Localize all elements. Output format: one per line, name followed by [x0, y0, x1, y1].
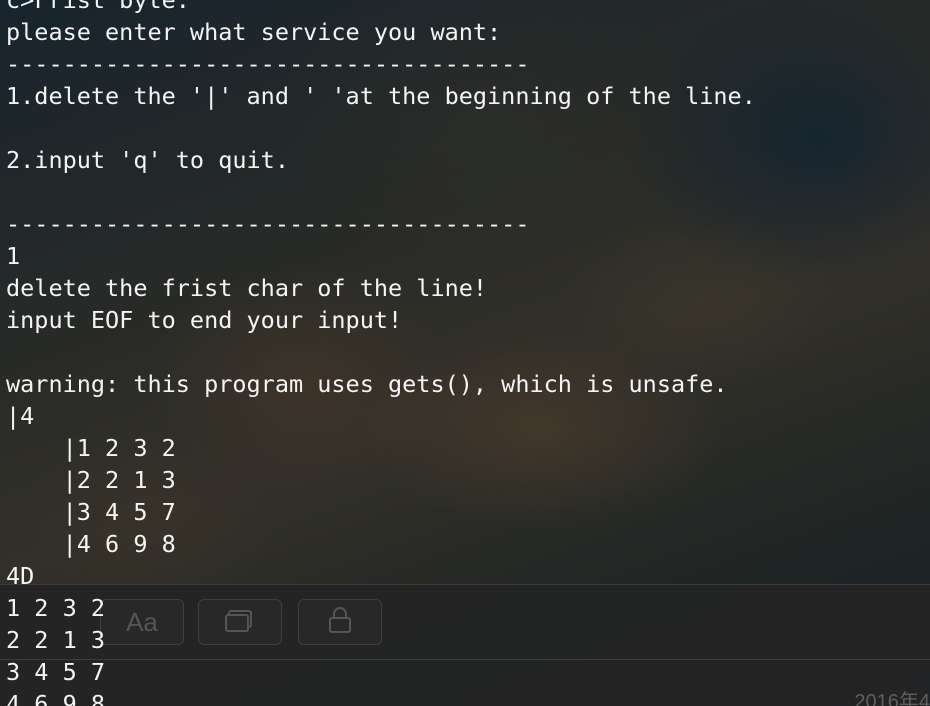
- terminal-line: 4D: [6, 562, 35, 590]
- terminal-line: 2 2 1 3: [6, 626, 106, 654]
- terminal-line: delete the frist char of the line!: [6, 274, 488, 302]
- terminal-line: |3 4 5 7: [6, 498, 176, 526]
- terminal-line: |2 2 1 3: [6, 466, 176, 494]
- terminal-output[interactable]: c>Frist byte: please enter what service y…: [6, 0, 926, 706]
- terminal-line: 2.input 'q' to quit.: [6, 146, 289, 174]
- terminal-line: c>Frist byte:: [6, 0, 190, 14]
- terminal-line: input EOF to end your input!: [6, 306, 403, 334]
- terminal-line: |4: [6, 402, 35, 430]
- terminal-line: 3 4 5 7: [6, 658, 106, 686]
- terminal-line: please enter what service you want:: [6, 18, 502, 46]
- terminal-line: -------------------------------------: [6, 210, 530, 238]
- terminal-line: 1 2 3 2: [6, 594, 106, 622]
- terminal-line: 1: [6, 242, 21, 270]
- terminal-line: 1.delete the '|' and ' 'at the beginning…: [6, 82, 756, 110]
- terminal-line: 4 6 9 8: [6, 690, 106, 706]
- terminal-line: -------------------------------------: [6, 50, 530, 78]
- terminal-line: warning: this program uses gets(), which…: [6, 370, 728, 398]
- terminal-line: |4 6 9 8: [6, 530, 176, 558]
- terminal-line: |1 2 3 2: [6, 434, 176, 462]
